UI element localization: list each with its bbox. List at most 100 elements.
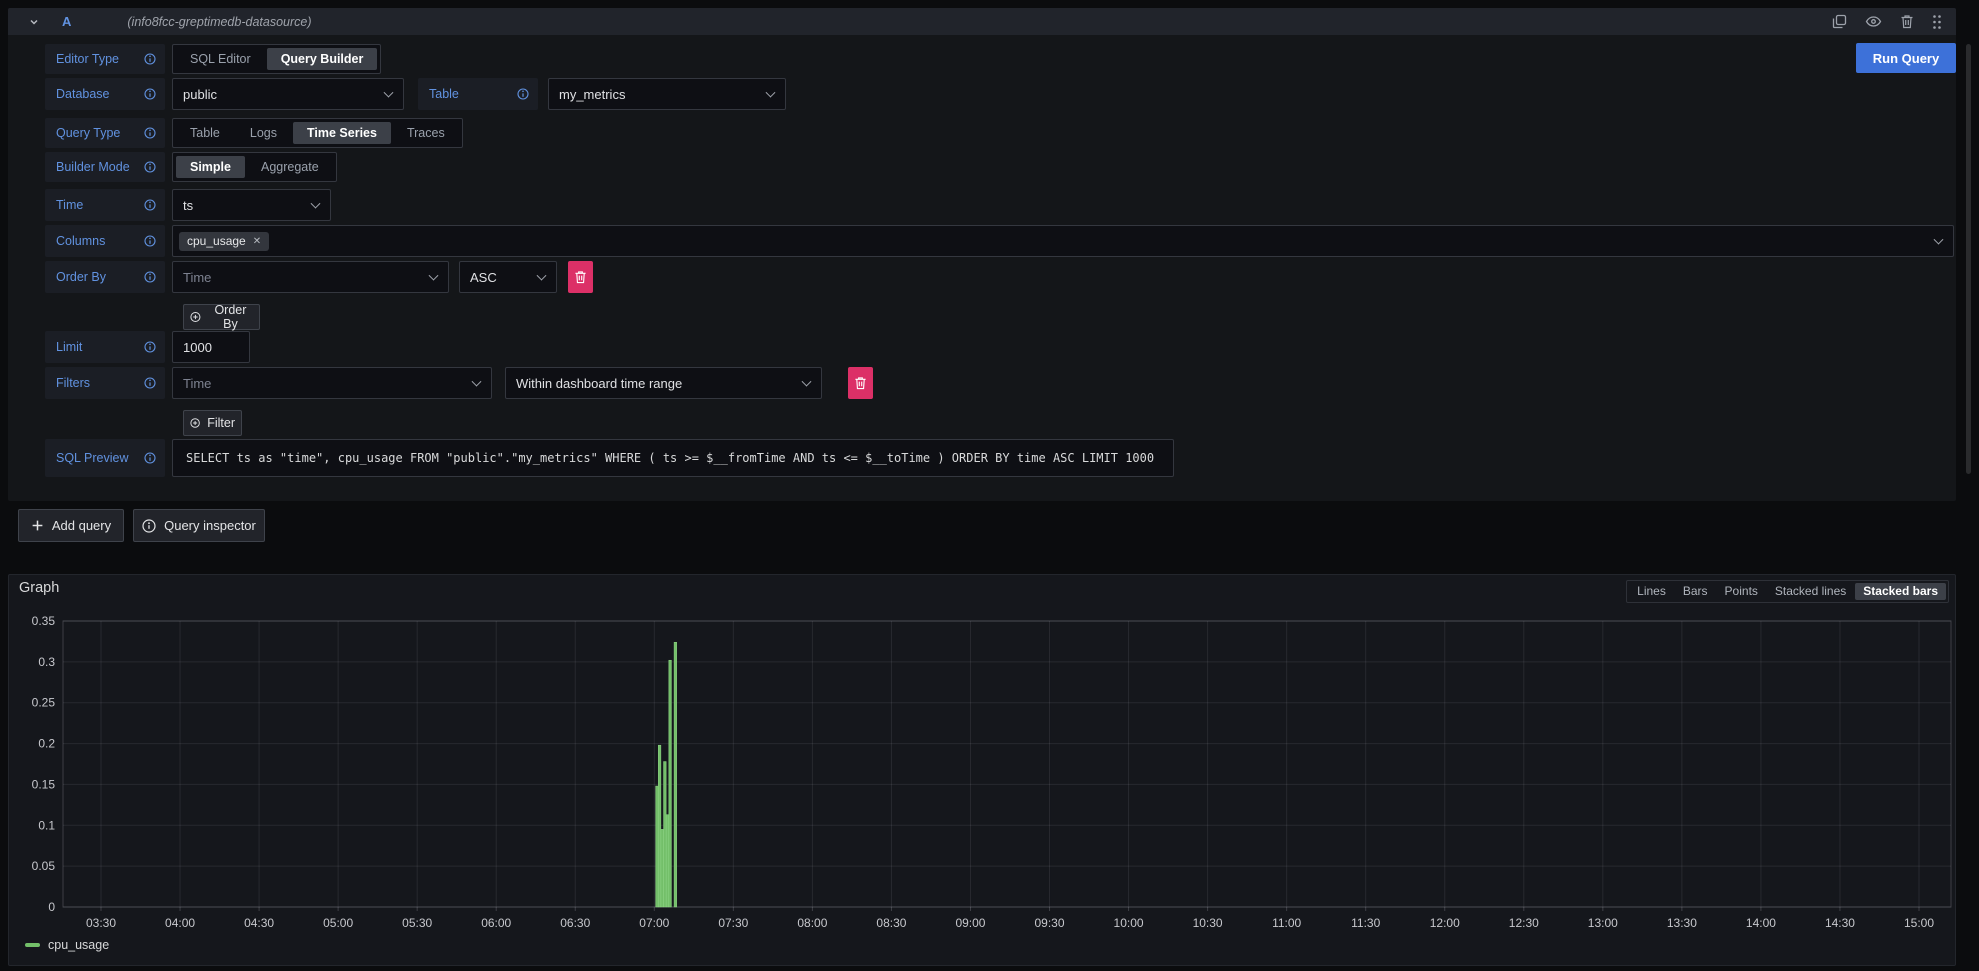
svg-text:0: 0 xyxy=(48,900,55,914)
info-icon[interactable] xyxy=(144,199,156,211)
delete-query-icon[interactable] xyxy=(1900,14,1914,29)
add-order-by-button[interactable]: Order By xyxy=(183,304,260,330)
field-label-filters: Filters xyxy=(45,367,165,399)
svg-text:13:00: 13:00 xyxy=(1588,916,1618,930)
remove-filter-button[interactable] xyxy=(848,367,873,399)
query-inspector-button[interactable]: Query inspector xyxy=(133,509,265,542)
chevron-down-icon xyxy=(384,88,394,98)
field-label-database: Database xyxy=(45,78,165,110)
field-label-time: Time xyxy=(45,189,165,221)
svg-text:15:00: 15:00 xyxy=(1904,916,1934,930)
info-icon[interactable] xyxy=(144,235,156,247)
limit-input[interactable] xyxy=(172,331,250,363)
chart-legend[interactable]: cpu_usage xyxy=(25,938,109,952)
chevron-down-icon xyxy=(1934,235,1944,245)
chevron-down-icon xyxy=(429,271,439,281)
remove-column-icon[interactable]: ✕ xyxy=(253,236,261,247)
chevron-down-icon xyxy=(472,377,482,387)
collapse-chevron-icon[interactable] xyxy=(28,16,40,28)
drag-handle-icon[interactable] xyxy=(1932,14,1942,30)
svg-text:0.35: 0.35 xyxy=(32,614,56,628)
database-select[interactable]: public xyxy=(172,78,404,110)
svg-text:08:30: 08:30 xyxy=(876,916,906,930)
add-query-button[interactable]: Add query xyxy=(18,509,124,542)
svg-text:07:30: 07:30 xyxy=(718,916,748,930)
run-query-button[interactable]: Run Query xyxy=(1856,43,1956,73)
query-ref-letter: A xyxy=(62,14,71,29)
svg-text:06:30: 06:30 xyxy=(560,916,590,930)
field-label-limit: Limit xyxy=(45,331,165,363)
option-aggregate[interactable]: Aggregate xyxy=(247,156,333,178)
field-label-builder-mode: Builder Mode xyxy=(45,152,165,182)
svg-text:10:30: 10:30 xyxy=(1193,916,1223,930)
svg-text:14:00: 14:00 xyxy=(1746,916,1776,930)
svg-text:14:30: 14:30 xyxy=(1825,916,1855,930)
filter-column-select[interactable]: Time xyxy=(172,367,492,399)
editor-type-switch: SQL EditorQuery Builder xyxy=(172,44,381,74)
option-traces[interactable]: Traces xyxy=(393,122,459,144)
info-icon[interactable] xyxy=(144,271,156,283)
svg-text:05:30: 05:30 xyxy=(402,916,432,930)
field-label-table: Table xyxy=(418,78,538,110)
time-column-select[interactable]: ts xyxy=(172,189,331,221)
columns-multiselect[interactable]: cpu_usage ✕ xyxy=(172,225,1954,257)
svg-text:12:30: 12:30 xyxy=(1509,916,1539,930)
svg-text:0.1: 0.1 xyxy=(38,818,55,832)
option-logs[interactable]: Logs xyxy=(236,122,291,144)
option-table[interactable]: Table xyxy=(176,122,234,144)
add-filter-button[interactable]: Filter xyxy=(183,410,242,436)
svg-text:12:00: 12:00 xyxy=(1430,916,1460,930)
time-series-chart: 00.050.10.150.20.250.30.3503:3004:0004:3… xyxy=(9,575,1955,965)
svg-text:11:00: 11:00 xyxy=(1272,916,1301,930)
chevron-down-icon xyxy=(311,199,321,209)
svg-text:04:30: 04:30 xyxy=(244,916,274,930)
field-label-order-by: Order By xyxy=(45,261,165,293)
scrollbar-thumb[interactable] xyxy=(1966,44,1971,474)
query-editor-card: A (info8fcc-greptimedb-datasource) Run Q… xyxy=(8,8,1956,501)
graph-panel: Graph LinesBarsPointsStacked linesStacke… xyxy=(8,574,1956,966)
builder-mode-switch: SimpleAggregate xyxy=(172,152,337,182)
filter-condition-select[interactable]: Within dashboard time range xyxy=(505,367,822,399)
option-sql-editor[interactable]: SQL Editor xyxy=(176,48,265,70)
remove-order-by-button[interactable] xyxy=(568,261,593,293)
info-icon[interactable] xyxy=(144,341,156,353)
info-icon[interactable] xyxy=(517,88,529,100)
chevron-down-icon xyxy=(537,271,547,281)
info-icon[interactable] xyxy=(144,161,156,173)
info-icon[interactable] xyxy=(144,88,156,100)
table-select[interactable]: my_metrics xyxy=(548,78,786,110)
info-icon[interactable] xyxy=(144,127,156,139)
chevron-down-icon xyxy=(802,377,812,387)
order-direction-select[interactable]: ASC xyxy=(459,261,557,293)
option-query-builder[interactable]: Query Builder xyxy=(267,48,378,70)
option-time-series[interactable]: Time Series xyxy=(293,122,391,144)
duplicate-query-icon[interactable] xyxy=(1832,14,1847,29)
selected-column-tag[interactable]: cpu_usage ✕ xyxy=(179,232,269,251)
svg-text:03:30: 03:30 xyxy=(86,916,116,930)
svg-text:0.25: 0.25 xyxy=(32,696,56,710)
grafana-query-editor-screen: A (info8fcc-greptimedb-datasource) Run Q… xyxy=(0,0,1979,971)
query-header[interactable]: A (info8fcc-greptimedb-datasource) xyxy=(8,8,1956,35)
svg-text:0.05: 0.05 xyxy=(32,859,56,873)
info-icon[interactable] xyxy=(144,377,156,389)
legend-swatch xyxy=(25,943,40,947)
order-by-column-select[interactable]: Time xyxy=(172,261,449,293)
legend-series-name: cpu_usage xyxy=(48,938,109,952)
svg-text:09:00: 09:00 xyxy=(955,916,985,930)
info-icon[interactable] xyxy=(144,452,156,464)
datasource-name: (info8fcc-greptimedb-datasource) xyxy=(127,15,311,29)
svg-text:06:00: 06:00 xyxy=(481,916,511,930)
svg-text:0.3: 0.3 xyxy=(38,655,55,669)
chevron-down-icon xyxy=(766,88,776,98)
info-icon[interactable] xyxy=(144,53,156,65)
sql-preview-box: SELECT ts as "time", cpu_usage FROM "pub… xyxy=(172,439,1174,477)
svg-text:11:30: 11:30 xyxy=(1351,916,1380,930)
svg-text:07:00: 07:00 xyxy=(639,916,669,930)
svg-text:09:30: 09:30 xyxy=(1035,916,1065,930)
field-label-columns: Columns xyxy=(45,225,165,257)
field-label-editor-type: Editor Type xyxy=(45,44,165,74)
svg-text:0.2: 0.2 xyxy=(38,737,55,751)
option-simple[interactable]: Simple xyxy=(176,156,245,178)
toggle-visibility-eye-icon[interactable] xyxy=(1865,14,1882,29)
field-label-sql-preview: SQL Preview xyxy=(45,439,165,477)
